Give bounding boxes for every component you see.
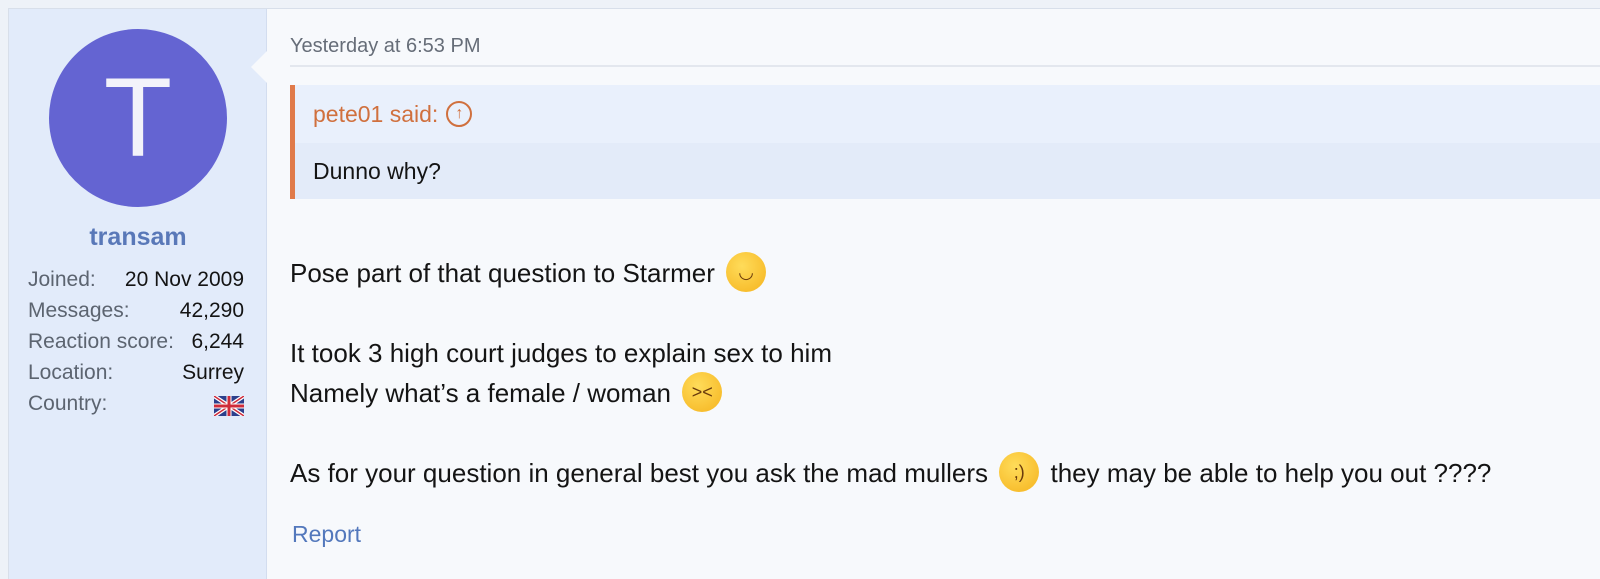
report-link[interactable]: Report [292, 521, 361, 548]
stat-value: 20 Nov 2009 [124, 268, 244, 291]
stat-label: Messages: [28, 299, 130, 322]
message-body: Pose part of that question to Starmer ◡ … [290, 252, 1569, 493]
laughing-face-emoji: >< [682, 372, 723, 413]
stat-reaction-score: Reaction score: 6,244 [28, 326, 244, 357]
smiling-face-emoji: ◡ [726, 252, 767, 293]
post-timestamp[interactable]: Yesterday at 6:53 PM [290, 29, 1600, 67]
stat-label: Location: [28, 361, 114, 384]
message-line: It took 3 high court judges to explain s… [290, 333, 1569, 373]
username-link[interactable]: transam [9, 223, 267, 252]
stat-country: Country: [28, 388, 246, 419]
stat-label: Reaction score: [28, 330, 174, 353]
stat-messages: Messages: 42,290 [28, 295, 244, 326]
message-line: As for your question in general best you… [290, 452, 1569, 493]
avatar-letter: T [103, 55, 173, 180]
uk-flag-icon [212, 394, 246, 418]
quote-header[interactable]: pete01 said: ↑ [295, 85, 1600, 143]
stat-value: 6,244 [191, 330, 244, 353]
user-avatar[interactable]: T [49, 29, 227, 207]
message-line: Namely what’s a female / woman >< [290, 372, 1569, 413]
post-content: Yesterday at 6:53 PM pete01 said: ↑ Dunno… [268, 9, 1600, 579]
message-text: Pose part of that question to Starmer [290, 258, 715, 288]
user-info-panel: T transam Joined: 20 Nov 2009 Messages: … [9, 9, 267, 579]
stat-value: 42,290 [179, 299, 244, 322]
stat-joined: Joined: 20 Nov 2009 [28, 264, 244, 295]
stat-location: Location: Surrey [28, 357, 244, 388]
winking-face-emoji: ;) [999, 452, 1040, 493]
message-text: It took 3 high court judges to explain s… [290, 338, 832, 368]
quote-block: pete01 said: ↑ Dunno why? [290, 85, 1600, 199]
post-pointer-arrow [251, 51, 267, 83]
message-post: T transam Joined: 20 Nov 2009 Messages: … [8, 8, 1600, 579]
user-stats: Joined: 20 Nov 2009 Messages: 42,290 Rea… [28, 264, 246, 419]
message-line: Pose part of that question to Starmer ◡ [290, 252, 1569, 293]
stat-label: Country: [28, 392, 108, 415]
stat-label: Joined: [28, 268, 96, 291]
quote-body: Dunno why? [295, 143, 1600, 199]
message-text: Namely what’s a female / woman [290, 378, 672, 408]
message-text: As for your question in general best you… [290, 458, 989, 488]
quote-author: pete01 said: [313, 101, 439, 127]
stat-value: Surrey [182, 361, 244, 384]
jump-to-quote-icon[interactable]: ↑ [446, 100, 473, 127]
message-text: they may be able to help you out ???? [1050, 458, 1492, 488]
